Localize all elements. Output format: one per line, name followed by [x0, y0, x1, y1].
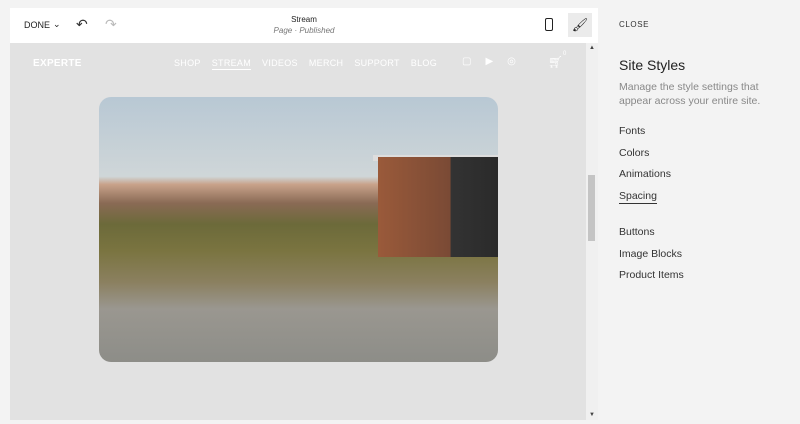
menu-item-animations[interactable]: Animations: [619, 168, 671, 180]
nav-stream[interactable]: STREAM: [211, 58, 252, 70]
panel-title: Site Styles: [619, 57, 686, 73]
nav-support[interactable]: SUPPORT: [354, 58, 399, 70]
scroll-down-icon[interactable]: ▼: [589, 412, 595, 418]
editor-toolbar: DONE ⌄ ↶ ↷ Stream Page · Published 🖌: [10, 8, 598, 43]
cart-icon[interactable]: 🛒︎: [548, 55, 563, 69]
menu-item-product-items[interactable]: Product Items: [619, 269, 684, 281]
scroll-up-icon[interactable]: ▲: [589, 45, 595, 51]
cart-count: 0: [563, 51, 567, 57]
close-button[interactable]: CLOSE: [619, 20, 649, 29]
menu-item-buttons[interactable]: Buttons: [619, 226, 655, 238]
scrollbar[interactable]: ▲ ▼: [586, 43, 598, 420]
editor-frame: DONE ⌄ ↶ ↷ Stream Page · Published 🖌 EXPE…: [10, 8, 598, 420]
mobile-preview-icon[interactable]: [545, 18, 553, 31]
page-title: Stream: [291, 15, 317, 24]
panel-description: Manage the style settings that appear ac…: [619, 81, 761, 107]
menu-item-fonts[interactable]: Fonts: [619, 125, 645, 137]
paintbrush-icon[interactable]: 🖌: [568, 13, 592, 37]
nav-merch[interactable]: MERCH: [309, 58, 344, 70]
site-nav: SHOP STREAM VIDEOS MERCH SUPPORT BLOG: [174, 58, 437, 70]
twitch-icon[interactable]: ▢: [462, 56, 471, 67]
instagram-icon[interactable]: ◎: [507, 56, 516, 67]
site-preview: EXPERTE SHOP STREAM VIDEOS MERCH SUPPORT…: [10, 43, 586, 420]
site-logo[interactable]: EXPERTE: [33, 58, 82, 69]
menu-item-colors[interactable]: Colors: [619, 147, 649, 159]
menu-item-image-blocks[interactable]: Image Blocks: [619, 248, 682, 260]
scrollbar-thumb[interactable]: [588, 175, 595, 241]
house: [378, 157, 498, 257]
nav-videos[interactable]: VIDEOS: [262, 58, 298, 70]
social-links: ▢ ▶ ◎: [462, 56, 516, 67]
page-status: Page · Published: [273, 26, 335, 35]
nav-shop[interactable]: SHOP: [174, 58, 201, 70]
hero-image: [99, 97, 498, 362]
nav-blog[interactable]: BLOG: [411, 58, 437, 70]
youtube-icon[interactable]: ▶: [485, 56, 493, 67]
menu-item-spacing[interactable]: Spacing: [619, 190, 657, 204]
